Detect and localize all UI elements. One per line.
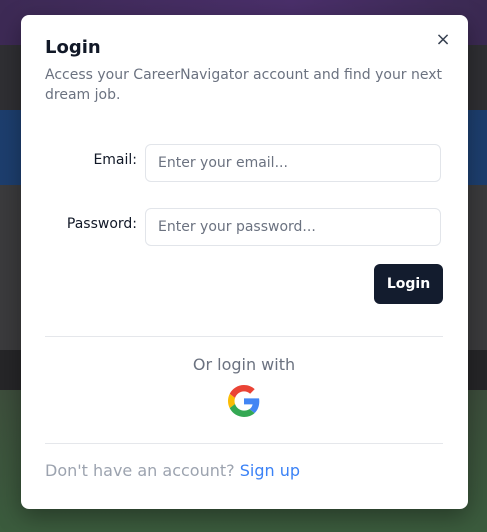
email-field[interactable] (145, 144, 441, 182)
close-icon[interactable]: × (434, 31, 452, 49)
password-label: Password: (66, 216, 137, 232)
email-label: Email: (93, 152, 137, 168)
password-field[interactable] (145, 208, 441, 246)
google-icon[interactable] (228, 385, 260, 417)
signup-prompt: Don't have an account? Sign up (45, 461, 300, 480)
login-button[interactable]: Login (374, 264, 443, 304)
signup-link[interactable]: Sign up (240, 461, 300, 480)
signup-prompt-text: Don't have an account? (45, 461, 235, 480)
or-login-with-text: Or login with (192, 355, 296, 374)
modal-title: Login (45, 37, 101, 58)
modal-subtitle: Access your CareerNavigator account and … (45, 67, 443, 103)
divider (45, 443, 443, 444)
login-modal: Login Access your CareerNavigator accoun… (21, 15, 468, 509)
divider (45, 336, 443, 337)
